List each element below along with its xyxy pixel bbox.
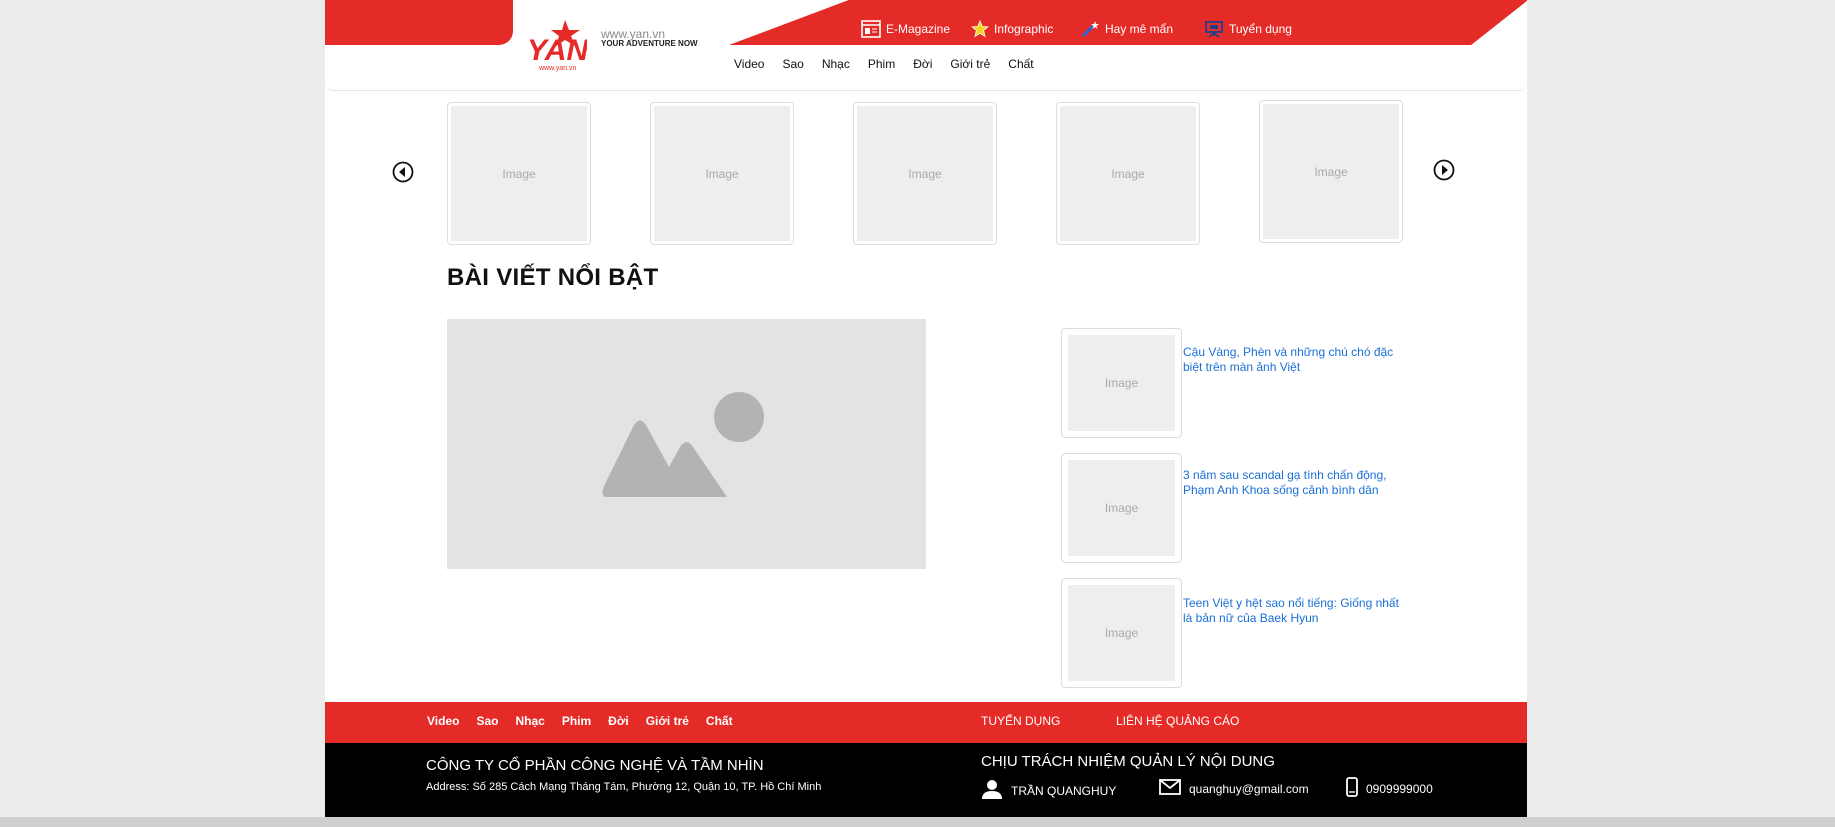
arrow-left-circle-icon: [392, 161, 414, 183]
carousel-item[interactable]: Image: [853, 102, 997, 245]
side-article-title[interactable]: Cậu Vàng, Phèn và những chú chó đặc biệt…: [1183, 345, 1408, 375]
footer-info: CÔNG TY CỔ PHẦN CÔNG NGHỆ VÀ TẦM NHÌN Ad…: [325, 743, 1527, 817]
featured-hero-image[interactable]: [447, 319, 926, 569]
top-link-tuyen-dung[interactable]: Tuyển dụng: [1204, 20, 1292, 38]
top-link-infographic[interactable]: Infographic: [971, 20, 1053, 38]
top-link-hay-me-man[interactable]: Hay mê mẩn: [1080, 20, 1173, 38]
carousel-item[interactable]: Image: [447, 102, 591, 245]
site-logo[interactable]: YAN www.yan.vn: [525, 18, 589, 72]
image-placeholder: Image: [1263, 104, 1399, 239]
image-placeholder: Image: [1068, 585, 1175, 681]
main-nav: Video Sao Nhạc Phim Đời Giới trẻ Chất: [734, 57, 1052, 71]
side-article-title[interactable]: 3 năm sau scandal gạ tình chấn động, Phạ…: [1183, 468, 1408, 498]
nav-item-gioi-tre[interactable]: Giới trẻ: [950, 57, 990, 71]
arrow-right-circle-icon: [1433, 159, 1455, 181]
logo-url: www.yan.vn: [538, 65, 576, 72]
footer-nav-bar: Video Sao Nhạc Phim Đời Giới trẻ Chất TU…: [325, 702, 1527, 743]
side-article[interactable]: Image Teen Việt y hệt sao nổi tiếng: Giố…: [1061, 578, 1416, 688]
carousel-item[interactable]: Image: [1056, 102, 1200, 245]
company-address: Address: Số 285 Cách Mạng Tháng Tám, Phư…: [426, 781, 822, 793]
side-article-thumb[interactable]: Image: [1061, 578, 1182, 688]
image-placeholder: Image: [451, 106, 587, 241]
nav-item-sao[interactable]: Sao: [782, 57, 803, 71]
image-placeholder-icon: [602, 392, 764, 497]
contact-person-name: TRẦN QUANGHUY: [1011, 783, 1117, 798]
top-link-label: E-Magazine: [886, 22, 951, 36]
side-article-thumb[interactable]: Image: [1061, 453, 1182, 563]
mobile-phone-icon: [1346, 777, 1358, 800]
star-icon: [971, 20, 989, 38]
footer-ads-link[interactable]: LIÊN HỆ QUẢNG CÁO: [1116, 714, 1239, 728]
top-link-label: Infographic: [994, 22, 1054, 36]
nav-item-video[interactable]: Video: [734, 57, 764, 71]
mail-icon: [1159, 779, 1181, 798]
image-placeholder: Image: [1068, 460, 1175, 556]
magic-wand-icon: [1080, 20, 1100, 38]
horizontal-scrollbar[interactable]: [0, 817, 1835, 827]
top-link-emagazine[interactable]: E-Magazine: [861, 20, 950, 38]
footer-nav-doi[interactable]: Đời: [608, 714, 629, 728]
top-link-label: Hay mê mẩn: [1105, 22, 1174, 36]
nav-item-nhac[interactable]: Nhạc: [822, 57, 850, 71]
image-placeholder: Image: [1068, 335, 1175, 431]
carousel-item[interactable]: Image: [650, 102, 794, 245]
page-container: YAN www.yan.vn www.yan.vn YOUR ADVENTURE…: [325, 0, 1527, 817]
contact-person: TRẦN QUANGHUY: [981, 779, 1116, 802]
nav-item-doi[interactable]: Đời: [913, 57, 932, 71]
footer-nav-gioi-tre[interactable]: Giới trẻ: [646, 714, 689, 728]
side-article-title[interactable]: Teen Việt y hệt sao nổi tiếng: Giống nhấ…: [1183, 596, 1408, 626]
nav-item-phim[interactable]: Phim: [868, 57, 895, 71]
header-red-band-left: [325, 0, 513, 45]
side-article-thumb[interactable]: Image: [1061, 328, 1182, 438]
responsibility-title: CHỊU TRÁCH NHIỆM QUẢN LÝ NỘI DUNG: [981, 753, 1275, 770]
presentation-board-icon: [1204, 20, 1224, 38]
top-link-label: Tuyển dụng: [1229, 22, 1292, 36]
contact-phone[interactable]: 0909999000: [1346, 777, 1433, 800]
company-name: CÔNG TY CỔ PHẦN CÔNG NGHỆ VÀ TẦM NHÌN: [426, 757, 764, 774]
side-article[interactable]: Image 3 năm sau scandal gạ tình chấn độn…: [1061, 453, 1416, 563]
nav-item-chat[interactable]: Chất: [1008, 57, 1033, 71]
contact-email[interactable]: quanghuy@gmail.com: [1159, 779, 1309, 798]
side-article[interactable]: Image Cậu Vàng, Phèn và những chú chó đặ…: [1061, 328, 1416, 438]
footer-nav-phim[interactable]: Phim: [562, 714, 591, 728]
site-slogan: YOUR ADVENTURE NOW: [601, 39, 698, 48]
footer-nav-video[interactable]: Video: [427, 714, 459, 728]
footer-nav-sao[interactable]: Sao: [476, 714, 498, 728]
carousel-prev-button[interactable]: [392, 161, 414, 183]
user-icon: [981, 779, 1003, 802]
contact-email-value: quanghuy@gmail.com: [1189, 781, 1309, 796]
image-placeholder: Image: [654, 106, 790, 241]
magazine-icon: [861, 20, 881, 38]
image-placeholder: Image: [857, 106, 993, 241]
carousel-item[interactable]: Image: [1259, 100, 1403, 243]
contact-phone-value: 0909999000: [1366, 781, 1433, 796]
footer-recruit-link[interactable]: TUYỂN DỤNG: [981, 714, 1060, 728]
carousel-next-button[interactable]: [1433, 159, 1455, 181]
site-header: YAN www.yan.vn www.yan.vn YOUR ADVENTURE…: [325, 0, 1527, 91]
footer-nav-nhac[interactable]: Nhạc: [515, 714, 544, 728]
logo-text: YAN: [527, 34, 587, 67]
footer-nav: Video Sao Nhạc Phim Đời Giới trẻ Chất: [427, 714, 750, 728]
section-title: BÀI VIẾT NỔI BẬT: [447, 264, 659, 291]
image-placeholder: Image: [1060, 106, 1196, 241]
footer-nav-chat[interactable]: Chất: [706, 714, 733, 728]
